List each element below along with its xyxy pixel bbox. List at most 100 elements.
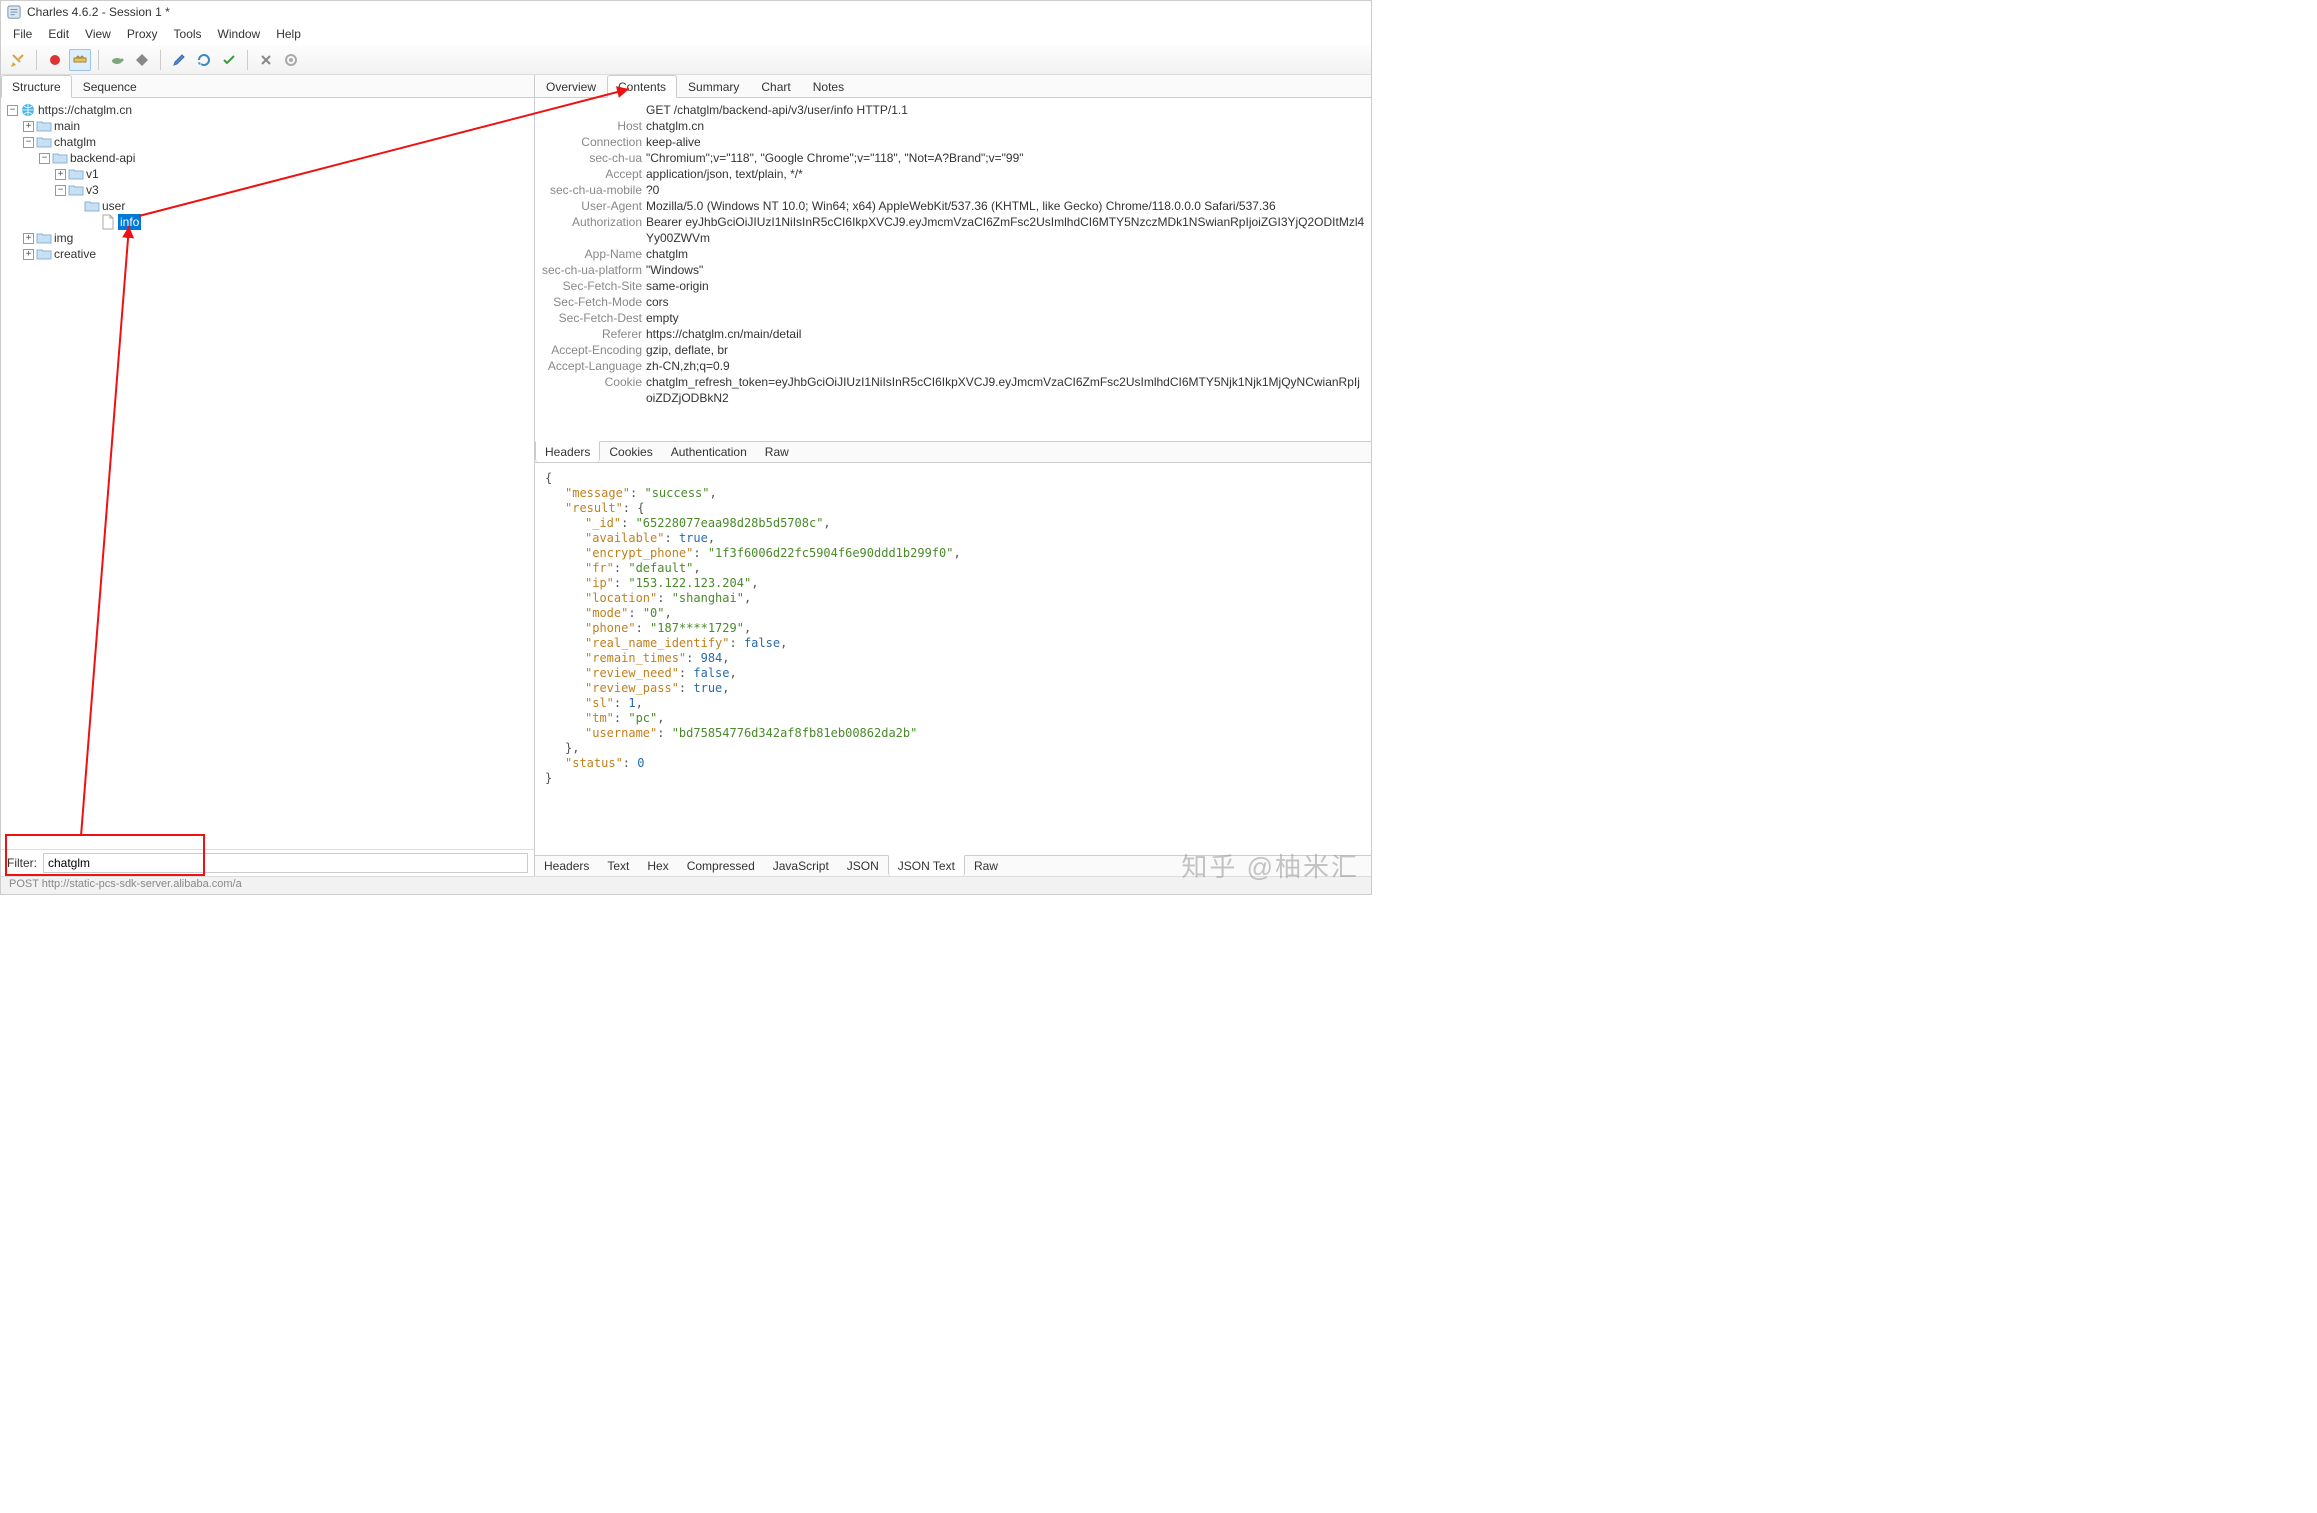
tree-main[interactable]: + main bbox=[21, 118, 534, 134]
header-value: zh-CN,zh;q=0.9 bbox=[646, 358, 1365, 374]
tree-creative[interactable]: + creative bbox=[21, 246, 534, 262]
menu-help[interactable]: Help bbox=[268, 25, 309, 43]
header-value: chatglm_refresh_token=eyJhbGciOiJIUzI1Ni… bbox=[646, 374, 1365, 406]
broom-icon[interactable] bbox=[7, 49, 29, 71]
header-value: gzip, deflate, br bbox=[646, 342, 1365, 358]
folder-icon bbox=[84, 198, 100, 214]
tree-view[interactable]: − https://chatglm.cn + main − bbox=[1, 98, 534, 849]
header-key: Connection bbox=[541, 134, 646, 150]
response-body[interactable]: {"message": "success","result": {"_id": … bbox=[535, 463, 1371, 855]
tab-structure[interactable]: Structure bbox=[1, 75, 72, 98]
window-title: Charles 4.6.2 - Session 1 * bbox=[27, 5, 170, 19]
filter-input[interactable] bbox=[43, 853, 528, 873]
record-icon[interactable] bbox=[44, 49, 66, 71]
header-key: Sec-Fetch-Site bbox=[541, 278, 646, 294]
header-value: cors bbox=[646, 294, 1365, 310]
tab-sequence[interactable]: Sequence bbox=[72, 75, 148, 98]
settings-icon[interactable] bbox=[280, 49, 302, 71]
header-value: ?0 bbox=[646, 182, 1365, 198]
res-tab-text[interactable]: Text bbox=[598, 856, 638, 876]
tree-user[interactable]: user bbox=[69, 198, 534, 214]
header-key: sec-ch-ua-platform bbox=[541, 262, 646, 278]
request-headers[interactable]: GET /chatglm/backend-api/v3/user/info HT… bbox=[535, 98, 1371, 441]
req-tab-raw[interactable]: Raw bbox=[756, 442, 798, 462]
globe-icon bbox=[20, 102, 36, 118]
tree-v1[interactable]: + v1 bbox=[53, 166, 534, 182]
header-value: https://chatglm.cn/main/detail bbox=[646, 326, 1365, 342]
menu-bar: File Edit View Proxy Tools Window Help bbox=[1, 23, 1371, 45]
app-icon bbox=[7, 5, 21, 19]
header-value: application/json, text/plain, */* bbox=[646, 166, 1365, 182]
menu-proxy[interactable]: Proxy bbox=[119, 25, 166, 43]
header-key: Referer bbox=[541, 326, 646, 342]
res-tab-hex[interactable]: Hex bbox=[638, 856, 677, 876]
req-tab-headers[interactable]: Headers bbox=[535, 441, 600, 462]
expand-icon[interactable]: + bbox=[23, 249, 34, 260]
header-key: User-Agent bbox=[541, 198, 646, 214]
status-bar: POST http://static-pcs-sdk-server.alibab… bbox=[1, 876, 1371, 894]
req-tab-auth[interactable]: Authentication bbox=[662, 442, 756, 462]
tools-icon[interactable] bbox=[255, 49, 277, 71]
tab-chart[interactable]: Chart bbox=[750, 75, 801, 98]
menu-file[interactable]: File bbox=[5, 25, 40, 43]
tree-info[interactable]: info bbox=[85, 214, 534, 230]
req-tab-cookies[interactable]: Cookies bbox=[600, 442, 661, 462]
tab-overview[interactable]: Overview bbox=[535, 75, 607, 98]
header-key: sec-ch-ua-mobile bbox=[541, 182, 646, 198]
tree-host-label: https://chatglm.cn bbox=[38, 102, 132, 118]
tab-contents[interactable]: Contents bbox=[607, 75, 677, 98]
request-sub-tabs: Headers Cookies Authentication Raw bbox=[535, 441, 1371, 462]
res-tab-json[interactable]: JSON bbox=[838, 856, 888, 876]
collapse-icon[interactable]: − bbox=[55, 185, 66, 196]
res-tab-jsontext[interactable]: JSON Text bbox=[888, 855, 965, 876]
res-tab-compressed[interactable]: Compressed bbox=[678, 856, 764, 876]
menu-edit[interactable]: Edit bbox=[40, 25, 77, 43]
tree-v3[interactable]: − v3 bbox=[53, 182, 534, 198]
folder-icon bbox=[36, 230, 52, 246]
folder-icon bbox=[52, 150, 68, 166]
res-tab-headers[interactable]: Headers bbox=[535, 856, 598, 876]
expand-icon[interactable]: + bbox=[55, 169, 66, 180]
breakpoint-icon[interactable] bbox=[131, 49, 153, 71]
res-tab-raw[interactable]: Raw bbox=[965, 856, 1007, 876]
expand-icon[interactable]: + bbox=[23, 121, 34, 132]
header-value: "Chromium";v="118", "Google Chrome";v="1… bbox=[646, 150, 1365, 166]
header-value: "Windows" bbox=[646, 262, 1365, 278]
collapse-icon[interactable]: − bbox=[39, 153, 50, 164]
menu-view[interactable]: View bbox=[77, 25, 119, 43]
tree-chatglm[interactable]: − chatglm bbox=[21, 134, 534, 150]
throttle-icon[interactable] bbox=[69, 49, 91, 71]
res-tab-javascript[interactable]: JavaScript bbox=[764, 856, 838, 876]
header-key: sec-ch-ua bbox=[541, 150, 646, 166]
header-key: Cookie bbox=[541, 374, 646, 406]
right-tabs: Overview Contents Summary Chart Notes bbox=[535, 75, 1371, 98]
expand-icon[interactable]: + bbox=[23, 233, 34, 244]
left-tabs: Structure Sequence bbox=[1, 75, 534, 98]
folder-icon bbox=[36, 118, 52, 134]
menu-tools[interactable]: Tools bbox=[166, 25, 210, 43]
collapse-icon[interactable]: − bbox=[23, 137, 34, 148]
header-value: keep-alive bbox=[646, 134, 1365, 150]
turtle-icon[interactable] bbox=[106, 49, 128, 71]
tree-host[interactable]: − https://chatglm.cn bbox=[5, 102, 534, 118]
collapse-icon[interactable]: − bbox=[7, 105, 18, 116]
folder-icon bbox=[36, 134, 52, 150]
tab-summary[interactable]: Summary bbox=[677, 75, 750, 98]
folder-icon bbox=[68, 182, 84, 198]
menu-window[interactable]: Window bbox=[210, 25, 269, 43]
tree-backend-api[interactable]: − backend-api bbox=[37, 150, 534, 166]
check-icon[interactable] bbox=[218, 49, 240, 71]
pencil-icon[interactable] bbox=[168, 49, 190, 71]
header-key: Accept-Encoding bbox=[541, 342, 646, 358]
header-key: Accept-Language bbox=[541, 358, 646, 374]
header-key: Accept bbox=[541, 166, 646, 182]
tree-img[interactable]: + img bbox=[21, 230, 534, 246]
header-value: chatglm.cn bbox=[646, 118, 1365, 134]
header-value: same-origin bbox=[646, 278, 1365, 294]
folder-icon bbox=[36, 246, 52, 262]
file-icon bbox=[100, 214, 116, 230]
header-key: Authorization bbox=[541, 214, 646, 246]
repeat-icon[interactable] bbox=[193, 49, 215, 71]
tab-notes[interactable]: Notes bbox=[802, 75, 855, 98]
header-value: Mozilla/5.0 (Windows NT 10.0; Win64; x64… bbox=[646, 198, 1365, 214]
